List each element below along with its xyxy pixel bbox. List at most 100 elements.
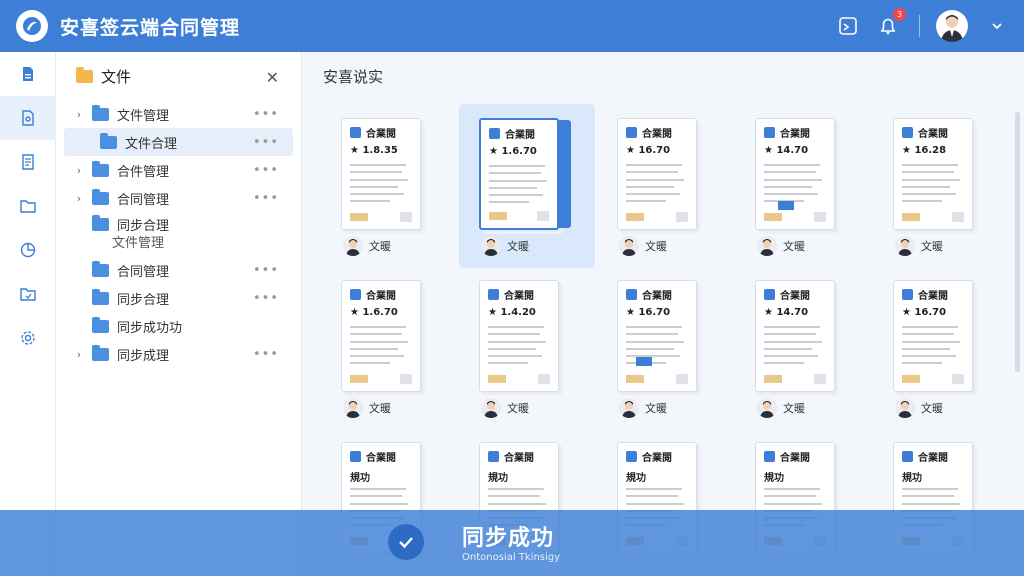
card-owner: 文暖 <box>619 398 667 418</box>
tree-item[interactable]: 同步合理 <box>56 212 301 236</box>
document-number: ★ 1.8.35 <box>350 145 398 156</box>
rail-stats[interactable] <box>0 228 56 272</box>
tree-item[interactable]: › 文件管理 ••• <box>56 100 301 128</box>
document-text-line <box>489 165 545 167</box>
folder-icon <box>92 288 109 305</box>
document-text-line <box>350 362 390 364</box>
document-thumbnail[interactable]: 合業閱 ★ 16.70 <box>617 280 697 392</box>
document-logo-icon <box>626 451 637 462</box>
document-text-line <box>764 362 804 364</box>
document-text-line <box>764 503 822 505</box>
document-text-line <box>626 186 674 188</box>
tree-item-label: 同步成理 <box>117 348 170 364</box>
document-text-line <box>764 326 820 328</box>
contract-card[interactable]: 合業閱 ★ 16.70 文暖 <box>873 266 1009 430</box>
qr-mark <box>676 212 688 222</box>
document-text-line <box>626 488 682 490</box>
document-text-line <box>902 348 950 350</box>
contract-card[interactable]: 合業閱 ★ 14.70 文暖 <box>735 104 871 268</box>
chevron-right-icon[interactable]: › <box>72 192 86 205</box>
more-icon[interactable]: ••• <box>253 191 279 206</box>
document-thumbnail[interactable]: 合業閱 ★ 1.8.35 <box>341 118 421 230</box>
settings-icon <box>21 331 35 345</box>
document-thumbnail[interactable]: 合業閱 ★ 1.6.70 <box>479 118 559 230</box>
document-number: 規功 <box>488 473 508 484</box>
avatar <box>343 398 363 418</box>
document-thumbnail[interactable]: 合業閱 ★ 1.4.20 <box>479 280 559 392</box>
tree-item[interactable]: 文件合理 ••• <box>64 128 293 156</box>
chevron-right-icon[interactable]: › <box>72 164 86 177</box>
owner-name: 文暖 <box>783 402 805 415</box>
more-icon[interactable]: ••• <box>253 135 279 150</box>
document-logo-icon <box>764 289 775 300</box>
document-text-line <box>902 362 942 364</box>
document-text-line <box>350 186 398 188</box>
document-thumbnail[interactable]: 合業閱 ★ 16.70 <box>617 118 697 230</box>
document-logo-icon <box>764 127 775 138</box>
document-thumbnail[interactable]: 合業閱 ★ 14.70 <box>755 280 835 392</box>
document-thumbnail[interactable]: 合業閱 ★ 16.70 <box>893 280 973 392</box>
contract-card[interactable]: 合業閱 ★ 16.28 文暖 <box>873 104 1009 268</box>
qr-mark <box>538 374 550 384</box>
tree-item[interactable]: › 同步成理 ••• <box>56 340 301 368</box>
chevron-right-icon[interactable]: › <box>72 348 86 361</box>
list-icon <box>22 154 34 170</box>
contract-card[interactable]: 合業閱 ★ 1.6.70 文暖 <box>321 266 457 430</box>
document-title: 合業閱 <box>366 453 396 464</box>
contract-card[interactable]: 合業閱 ★ 1.8.35 文暖 <box>321 104 457 268</box>
document-text-line <box>764 488 820 490</box>
document-text-line <box>350 341 408 343</box>
document-text-line <box>350 495 402 497</box>
tree-item[interactable]: 同步合理 ••• <box>56 284 301 312</box>
document-thumbnail[interactable]: 合業閱 ★ 16.28 <box>893 118 973 230</box>
tree-item-label: 合同管理 <box>117 264 170 280</box>
more-icon[interactable]: ••• <box>253 291 279 306</box>
document-logo-icon <box>489 128 500 139</box>
contract-card[interactable]: 合業閱 ★ 1.6.70 文暖 <box>459 104 595 268</box>
scrollbar[interactable] <box>1015 112 1020 372</box>
contract-card[interactable]: 合業閱 ★ 1.4.20 文暖 <box>459 266 595 430</box>
more-icon[interactable]: ••• <box>253 263 279 278</box>
qr-mark <box>676 374 688 384</box>
tree-item[interactable]: › 合件管理 ••• <box>56 156 301 184</box>
contract-card[interactable]: 合業閱 ★ 16.70 文暖 <box>597 266 733 430</box>
chevron-right-icon[interactable]: › <box>72 108 86 121</box>
rail-files[interactable] <box>0 96 56 140</box>
owner-name: 文暖 <box>369 240 391 253</box>
chevron-down-icon[interactable] <box>986 15 1008 37</box>
document-logo-icon <box>902 127 913 138</box>
owner-name: 文暖 <box>507 402 529 415</box>
seal-stamp <box>626 213 644 221</box>
rail-settings[interactable] <box>0 316 56 360</box>
document-thumbnail[interactable]: 合業閱 ★ 14.70 <box>755 118 835 230</box>
contract-card[interactable]: 合業閱 ★ 14.70 文暖 <box>735 266 871 430</box>
seal-stamp <box>764 375 782 383</box>
tree-item[interactable]: 合同管理 ••• <box>56 256 301 284</box>
document-text-line <box>488 333 540 335</box>
document-thumbnail[interactable]: 合業閱 ★ 1.6.70 <box>341 280 421 392</box>
message-icon[interactable] <box>837 15 859 37</box>
logo-icon[interactable] <box>16 10 48 42</box>
avatar[interactable] <box>936 10 968 42</box>
bell-icon[interactable]: 3 <box>877 8 906 37</box>
more-icon[interactable]: ••• <box>253 347 279 362</box>
more-icon[interactable]: ••• <box>253 107 279 122</box>
close-icon[interactable]: ✕ <box>266 68 279 87</box>
seal-stamp <box>488 375 506 383</box>
tree-item[interactable]: 同步成功功 <box>56 312 301 340</box>
chart-icon <box>20 242 36 258</box>
rail-folders[interactable] <box>0 184 56 228</box>
document-text-line <box>350 193 404 195</box>
toast-title: 同步成功 <box>462 526 555 551</box>
rail-list[interactable] <box>0 140 56 184</box>
more-icon[interactable]: ••• <box>253 163 279 178</box>
document-text-line <box>902 179 960 181</box>
toast-subtitle: Ontonosial Tkinsigy <box>462 552 561 563</box>
tree-item-subtext: 文件管理 <box>112 236 165 251</box>
document-text-line <box>488 503 546 505</box>
rail-sync[interactable] <box>0 272 56 316</box>
contract-card[interactable]: 合業閱 ★ 16.70 文暖 <box>597 104 733 268</box>
document-number: ★ 16.70 <box>902 307 947 318</box>
tree-item[interactable]: › 合同管理 ••• <box>56 184 301 212</box>
rail-documents[interactable] <box>0 52 56 96</box>
